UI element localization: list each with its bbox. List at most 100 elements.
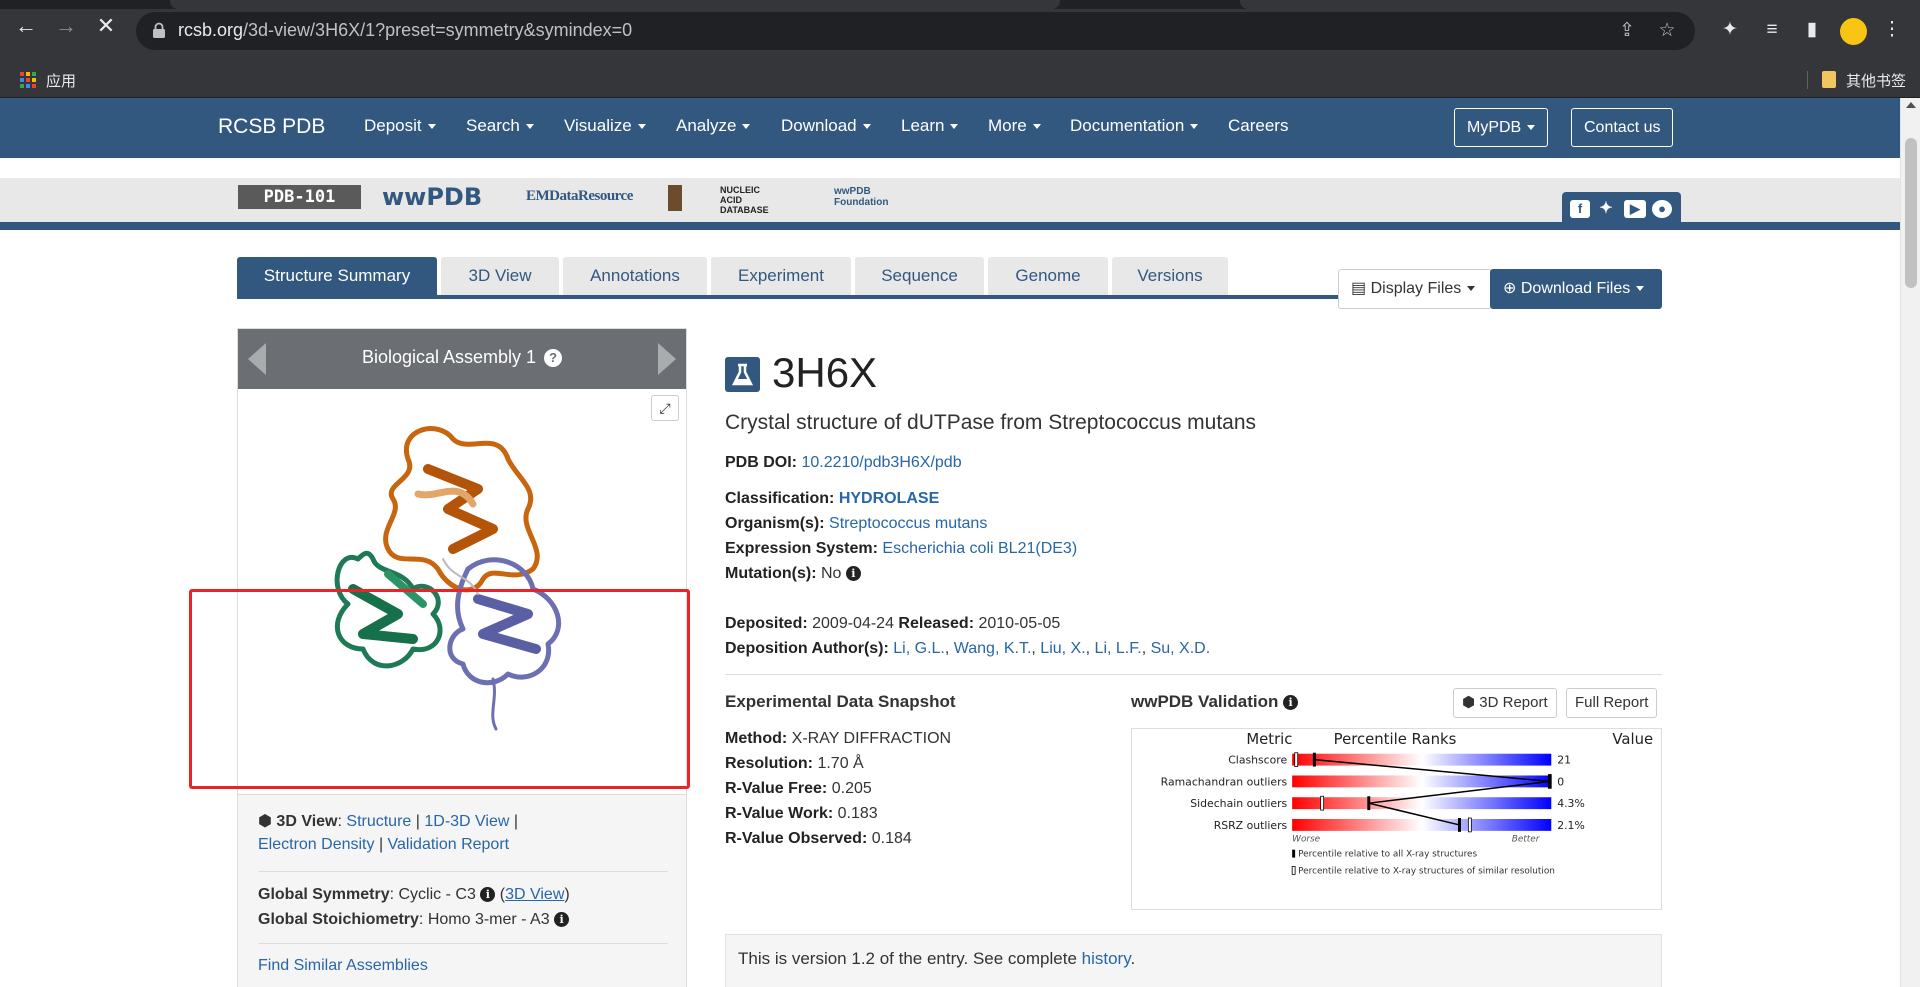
flask-icon: [725, 357, 760, 392]
side-panel-icon[interactable]: ▮: [1800, 18, 1824, 42]
tab-annotations[interactable]: Annotations: [563, 257, 707, 295]
method-line: Method: X-RAY DIFFRACTION: [725, 730, 952, 747]
legend-similar-marker: [1291, 866, 1296, 875]
full-report-button[interactable]: Full Report: [1566, 688, 1658, 718]
legend-all-label: Percentile relative to all X-ray structu…: [1298, 850, 1477, 860]
url-text[interactable]: rcsb.org/3d-view/3H6X/1?preset=symmetry&…: [178, 20, 632, 41]
stop-loading-icon[interactable]: ✕: [94, 14, 118, 38]
help-icon[interactable]: ?: [544, 349, 563, 367]
assembly-header: Biological Assembly 1?: [238, 329, 686, 389]
page-scrollbar[interactable]: [1900, 98, 1920, 987]
3d-report-button[interactable]: ⬢ 3D Report: [1453, 688, 1557, 718]
apps-bookmark[interactable]: 应用: [46, 70, 76, 91]
address-bar[interactable]: rcsb.org/3d-view/3H6X/1?preset=symmetry&…: [136, 12, 1695, 50]
scroll-thumb[interactable]: [1905, 138, 1917, 288]
contact-us-button[interactable]: Contact us: [1571, 108, 1674, 147]
cube-icon: ⬢: [258, 813, 272, 830]
share-icon[interactable]: ⇪: [1616, 20, 1638, 42]
info-divider: [258, 943, 668, 944]
tab-experiment[interactable]: Experiment: [711, 257, 851, 295]
value-header: Value: [1612, 731, 1653, 748]
nucleic-acid-database-logo[interactable]: NUCLEIC ACID DATABASE: [668, 185, 778, 215]
validation-slider-graphic[interactable]: Metric Percentile Ranks Value Clashscore…: [1131, 728, 1662, 910]
legend-similar-label: Percentile relative to X-ray structures …: [1298, 866, 1555, 876]
find-similar-assemblies-link[interactable]: Find Similar Assemblies: [258, 957, 428, 974]
tab-genome[interactable]: Genome: [988, 257, 1108, 295]
expression-line: Expression System: Escherichia coli BL21…: [725, 540, 1078, 557]
author-link[interactable]: Li, G.L.: [893, 640, 945, 657]
author-link[interactable]: Liu, X.: [1040, 640, 1085, 657]
info-icon[interactable]: i: [554, 912, 570, 927]
tab-sequence[interactable]: Sequence: [855, 257, 984, 295]
mypdb-button[interactable]: MyPDB: [1454, 108, 1549, 147]
tab-versions[interactable]: Versions: [1112, 257, 1228, 295]
bookmark-star-icon[interactable]: ☆: [1656, 20, 1678, 42]
nav-visualize[interactable]: Visualize: [564, 116, 646, 136]
site-brand[interactable]: RCSB PDB: [218, 115, 325, 139]
assembly-links-line: Electron Density | Validation Report: [258, 836, 510, 853]
similar-resolution-marker: [1467, 817, 1472, 833]
nav-learn[interactable]: Learn: [901, 116, 959, 136]
validation-report-link[interactable]: Validation Report: [388, 836, 510, 853]
extensions-icon[interactable]: ✦: [1718, 18, 1742, 42]
github-icon[interactable]: ●: [1652, 200, 1672, 218]
assembly-title: Biological Assembly 1?: [238, 347, 686, 368]
forward-arrow-icon[interactable]: →: [54, 14, 78, 38]
info-icon[interactable]: i: [845, 566, 861, 581]
facebook-icon[interactable]: f: [1570, 200, 1590, 218]
classification-link[interactable]: HYDROLASE: [839, 490, 939, 507]
nav-careers[interactable]: Careers: [1228, 116, 1288, 136]
validation-title: wwPDB Validation i: [1131, 692, 1299, 712]
nav-deposit[interactable]: Deposit: [364, 116, 436, 136]
tab-structure-summary[interactable]: Structure Summary: [237, 257, 437, 295]
organism-link[interactable]: Streptococcus mutans: [829, 515, 987, 532]
emdataresource-logo[interactable]: EMDataResource: [526, 188, 633, 214]
info-icon[interactable]: i: [1283, 695, 1299, 710]
version-text: This is version 1.2 of the entry. See co…: [738, 949, 1136, 968]
symmetry-3d-view-link[interactable]: 3D View: [505, 886, 564, 903]
doi-link[interactable]: 10.2210/pdb3H6X/pdb: [801, 454, 961, 471]
legend-all-marker: [1292, 849, 1296, 858]
download-files-button[interactable]: ⊕ Download Files: [1490, 269, 1662, 309]
other-bookmarks[interactable]: 其他书签: [1846, 70, 1906, 91]
browser-tab[interactable]: [1240, 0, 1920, 9]
1d-3d-view-link[interactable]: 1D-3D View: [424, 813, 509, 830]
expand-icon[interactable]: ⤢: [651, 395, 679, 421]
rvalue-observed-line: R-Value Observed: 0.184: [725, 830, 912, 847]
metric-value: 4.3%: [1557, 797, 1585, 810]
menu-kebab-icon[interactable]: ⋮: [1880, 18, 1904, 42]
download-icon: ⊕: [1503, 280, 1517, 297]
author-link[interactable]: Li, L.F.: [1095, 640, 1142, 657]
nav-search[interactable]: Search: [466, 116, 534, 136]
wwpdb-foundation-logo[interactable]: wwPDB Foundation: [800, 186, 890, 212]
tab-3d-view[interactable]: 3D View: [441, 257, 559, 295]
url-path: /3d-view/3H6X/1?preset=symmetry&symindex…: [243, 20, 633, 40]
partner-strip-border: [0, 222, 1900, 230]
structure-link[interactable]: Structure: [346, 813, 411, 830]
history-link[interactable]: history: [1082, 949, 1131, 968]
browser-toolbar: ← → ✕ rcsb.org/3d-view/3H6X/1?preset=sym…: [0, 0, 1920, 62]
browser-tab[interactable]: [170, 0, 1060, 9]
wwpdb-logo[interactable]: wwPDB: [382, 183, 482, 211]
expression-system-link[interactable]: Escherichia coli BL21(DE3): [882, 540, 1077, 557]
display-files-button[interactable]: ▤ Display Files: [1338, 269, 1492, 309]
folder-icon: [1822, 71, 1836, 88]
author-link[interactable]: Su, X.D.: [1151, 640, 1211, 657]
next-assembly-arrow-icon[interactable]: [658, 343, 676, 375]
twitter-icon[interactable]: ✦: [1596, 200, 1616, 218]
nav-documentation[interactable]: Documentation: [1070, 116, 1199, 136]
nav-analyze[interactable]: Analyze: [676, 116, 751, 136]
media-control-icon[interactable]: ≡: [1760, 18, 1784, 42]
youtube-icon[interactable]: ▶: [1624, 200, 1646, 218]
apps-grid-icon[interactable]: [20, 72, 36, 88]
author-link[interactable]: Wang, K.T.: [954, 640, 1032, 657]
social-links: f ✦ ▶ ●: [1562, 192, 1681, 222]
profile-avatar[interactable]: [1840, 18, 1867, 45]
back-arrow-icon[interactable]: ←: [14, 14, 38, 38]
nav-download[interactable]: Download: [781, 116, 871, 136]
nav-more[interactable]: More: [988, 116, 1041, 136]
info-icon[interactable]: i: [480, 887, 496, 902]
electron-density-link[interactable]: Electron Density: [258, 836, 375, 853]
pdb101-logo[interactable]: PDB-101: [238, 185, 361, 209]
scroll-up-arrow-icon[interactable]: [1906, 102, 1916, 108]
